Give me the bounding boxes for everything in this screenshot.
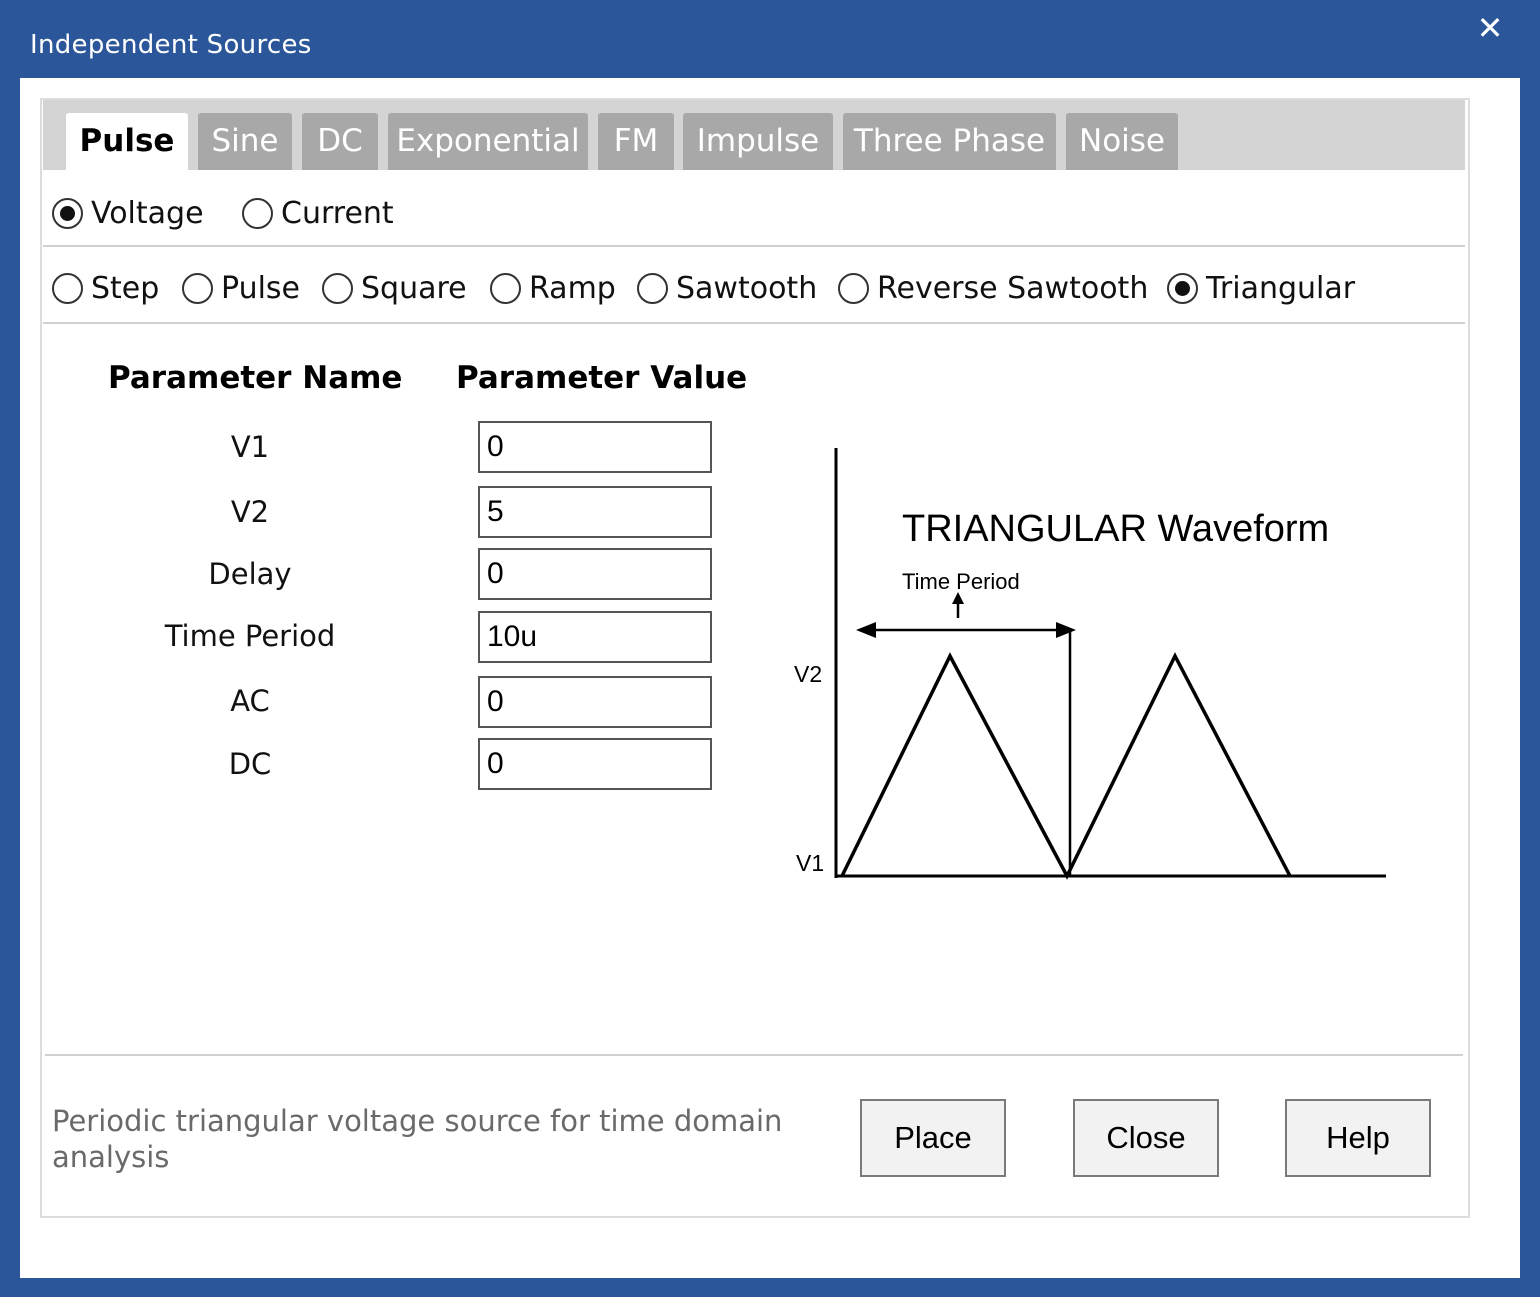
radio-step[interactable]: Step [52, 268, 159, 308]
param-name-v1: V1 [230, 430, 270, 464]
radio-triangular-label: Triangular [1206, 270, 1356, 306]
tab-noise[interactable]: Noise [1066, 113, 1178, 170]
parameter-value-header: Parameter Value [456, 360, 748, 396]
tab-exponential[interactable]: Exponential [388, 113, 588, 170]
param-value-delay[interactable] [478, 548, 712, 600]
radio-reverse-sawtooth-label: Reverse Sawtooth [877, 270, 1149, 306]
radio-pulse-indicator [182, 272, 213, 304]
param-name-ac: AC [230, 684, 270, 718]
radio-ramp-indicator [490, 272, 521, 304]
source-description: Periodic triangular voltage source for t… [52, 1104, 783, 1174]
param-value-v2[interactable] [478, 486, 712, 538]
tab-pulse[interactable]: Pulse [66, 113, 188, 170]
param-name-time-period: Time Period [164, 619, 336, 653]
title-bar[interactable]: Independent Sources ✕ [0, 0, 1540, 78]
period-arrow-left-head [856, 622, 876, 638]
help-button[interactable]: Help [1285, 1099, 1431, 1177]
separator [43, 322, 1465, 324]
radio-sawtooth[interactable]: Sawtooth [637, 268, 817, 308]
radio-ramp-label: Ramp [529, 270, 616, 306]
radio-reverse-sawtooth-indicator [838, 272, 869, 304]
radio-pulse-label: Pulse [221, 270, 300, 306]
radio-step-label: Step [91, 270, 160, 306]
radio-current-indicator [242, 197, 273, 229]
triangular-waveform-diagram: TRIANGULAR Waveform Time Period V2 V1 [794, 448, 1386, 880]
period-arrow-right-head [1056, 622, 1076, 638]
radio-square[interactable]: Square [322, 268, 467, 308]
diagram-v1-label: V1 [796, 850, 824, 876]
radio-ramp[interactable]: Ramp [490, 268, 616, 308]
radio-step-indicator [52, 272, 83, 304]
radio-current-label: Current [281, 195, 394, 231]
param-value-time-period[interactable] [478, 611, 712, 663]
tab-fm[interactable]: FM [598, 113, 674, 170]
param-name-v2: V2 [230, 495, 270, 529]
param-value-dc[interactable] [478, 738, 712, 790]
diagram-v2-label: V2 [794, 661, 822, 687]
place-button[interactable]: Place [860, 1099, 1006, 1177]
radio-reverse-sawtooth[interactable]: Reverse Sawtooth [838, 268, 1148, 308]
radio-sawtooth-indicator [637, 272, 668, 304]
diagram-title: TRIANGULAR Waveform [902, 508, 1329, 550]
close-icon[interactable]: ✕ [1472, 10, 1508, 46]
separator [43, 245, 1465, 247]
tab-three-phase[interactable]: Three Phase [843, 113, 1056, 170]
radio-square-indicator [322, 272, 353, 304]
radio-triangular-indicator [1167, 272, 1198, 304]
radio-pulse[interactable]: Pulse [182, 268, 300, 308]
parameter-name-header: Parameter Name [108, 360, 403, 396]
param-name-dc: DC [228, 747, 272, 781]
tab-impulse[interactable]: Impulse [683, 113, 833, 170]
param-value-ac[interactable] [478, 676, 712, 728]
window-title: Independent Sources [30, 30, 312, 60]
close-button[interactable]: Close [1073, 1099, 1219, 1177]
radio-voltage-indicator [52, 197, 83, 229]
separator [45, 1054, 1463, 1056]
tab-sine[interactable]: Sine [198, 113, 292, 170]
radio-sawtooth-label: Sawtooth [676, 270, 818, 306]
radio-square-label: Square [361, 270, 467, 306]
radio-triangular[interactable]: Triangular [1167, 268, 1355, 308]
param-value-v1[interactable] [478, 421, 712, 473]
radio-voltage-label: Voltage [91, 195, 204, 231]
radio-voltage[interactable]: Voltage [52, 193, 204, 233]
diagram-period-label: Time Period [902, 569, 1020, 594]
triangular-wave-line [840, 652, 1292, 880]
tab-dc[interactable]: DC [302, 113, 378, 170]
radio-current[interactable]: Current [242, 193, 394, 233]
param-name-delay: Delay [208, 557, 292, 591]
